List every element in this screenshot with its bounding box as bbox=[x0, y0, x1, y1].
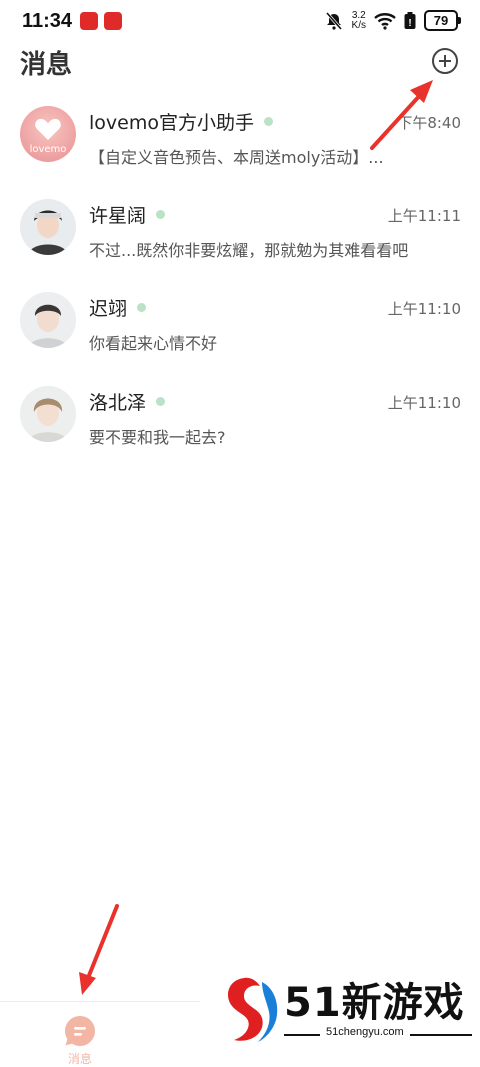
avatar: lovemo bbox=[20, 106, 76, 162]
plus-circle-icon bbox=[432, 48, 458, 74]
conversation-name: 许星阔 bbox=[89, 201, 166, 228]
arrow-to-messages-tab bbox=[79, 904, 119, 995]
battery-saver-icon: ! bbox=[404, 11, 416, 29]
avatar bbox=[20, 292, 76, 348]
app-notification-icon bbox=[104, 12, 122, 30]
conversation-item[interactable]: 迟翊 上午11:10 你看起来心情不好 bbox=[0, 292, 480, 382]
conversation-name: lovemo官方小助手 bbox=[89, 108, 273, 135]
online-dot bbox=[156, 397, 166, 406]
avatar bbox=[20, 199, 76, 255]
online-dot bbox=[156, 210, 166, 219]
conversation-name: 洛北泽 bbox=[89, 388, 166, 415]
conversation-time: 下午8:40 bbox=[397, 114, 461, 132]
conversation-time: 上午11:10 bbox=[387, 300, 461, 318]
bottom-nav-divider bbox=[0, 1001, 200, 1002]
conversation-time: 上午11:11 bbox=[387, 207, 461, 225]
network-speed: 3.2 K/s bbox=[351, 9, 366, 31]
conversation-name: 迟翊 bbox=[89, 294, 147, 321]
heart-logo-icon: lovemo bbox=[30, 118, 67, 155]
app-notification-icon bbox=[80, 12, 98, 30]
wifi-icon bbox=[374, 12, 396, 30]
watermark-title: 51新游戏 bbox=[284, 980, 465, 1026]
online-dot bbox=[263, 117, 273, 126]
battery-indicator: 79 bbox=[424, 10, 461, 31]
conversation-preview: 不过...既然你非要炫耀，那就勉为其难看看吧 bbox=[89, 241, 409, 260]
svg-text:!: ! bbox=[408, 18, 411, 29]
status-icons: 3.2 K/s ! 79 bbox=[324, 9, 461, 31]
add-button[interactable] bbox=[431, 47, 459, 75]
conversation-item[interactable]: lovemo lovemo官方小助手 下午8:40 【自定义音色预告、本周送mo… bbox=[0, 106, 480, 196]
online-dot bbox=[137, 303, 147, 312]
nav-tab-messages[interactable]: 消息 bbox=[40, 1010, 120, 1066]
chat-bubble-icon bbox=[65, 1016, 95, 1046]
nav-tab-label: 消息 bbox=[67, 1052, 92, 1066]
conversation-time: 上午11:10 bbox=[387, 394, 461, 412]
conversation-item[interactable]: 许星阔 上午11:11 不过...既然你非要炫耀，那就勉为其难看看吧 bbox=[0, 199, 480, 289]
status-bar: 11:34 3.2 K/s ! 79 bbox=[0, 0, 480, 44]
page-title: 消息 bbox=[20, 50, 73, 80]
status-time: 11:34 bbox=[22, 10, 73, 32]
character-portrait-icon bbox=[20, 292, 76, 348]
mute-bell-icon bbox=[325, 11, 342, 30]
conversation-preview: 要不要和我一起去? bbox=[89, 428, 226, 447]
watermark-url: 51chengyu.com bbox=[320, 1026, 410, 1038]
conversation-item[interactable]: 洛北泽 上午11:10 要不要和我一起去? bbox=[0, 386, 480, 476]
conversation-preview: 你看起来心情不好 bbox=[89, 334, 218, 353]
watermark-logo-icon bbox=[228, 977, 278, 1042]
svg-text:lovemo: lovemo bbox=[30, 144, 67, 155]
watermark: 51新游戏 51chengyu.com bbox=[222, 970, 472, 1050]
avatar bbox=[20, 386, 76, 442]
character-portrait-icon bbox=[20, 386, 76, 442]
conversation-preview: 【自定义音色预告、本周送moly活动】... bbox=[89, 148, 384, 167]
character-portrait-icon bbox=[20, 199, 76, 255]
